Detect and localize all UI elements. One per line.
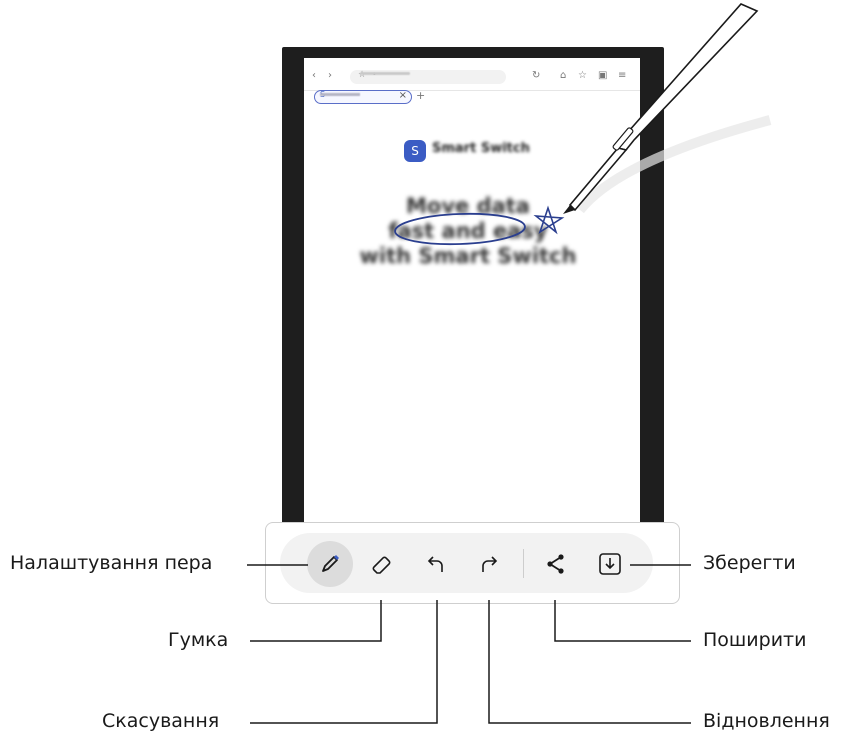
leader-eraser	[250, 600, 382, 642]
redo-label: Відновлення	[703, 710, 830, 732]
leader-undo	[250, 600, 438, 724]
leader-share	[554, 600, 691, 642]
save-label: Зберегти	[703, 552, 796, 574]
undo-label: Скасування	[102, 710, 220, 732]
callout-leader-lines	[247, 564, 691, 724]
pen-settings-label: Налаштування пера	[10, 552, 213, 574]
eraser-label: Гумка	[168, 629, 229, 651]
share-label: Поширити	[703, 629, 807, 651]
leader-redo	[488, 600, 691, 724]
